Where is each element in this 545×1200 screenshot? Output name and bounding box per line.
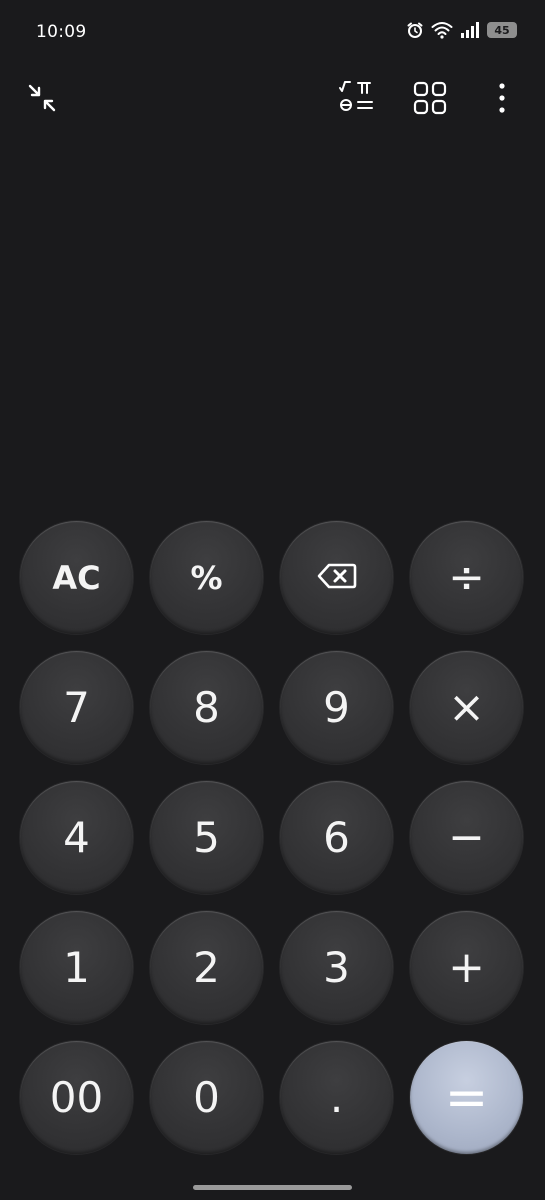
double-zero-button[interactable]: 00 (20, 1041, 133, 1154)
digit-4-button[interactable]: 4 (20, 781, 133, 894)
decimal-point-button[interactable]: . (280, 1041, 393, 1154)
collapse-icon (26, 82, 58, 118)
collapse-button[interactable] (20, 78, 64, 122)
digit-0-button[interactable]: 0 (150, 1041, 263, 1154)
clear-button[interactable]: AC (20, 521, 133, 634)
backspace-icon (317, 559, 357, 597)
scientific-mode-button[interactable] (334, 78, 378, 122)
battery-icon: 45 (487, 22, 517, 38)
status-icons: 45 (406, 21, 517, 39)
more-options-button[interactable] (480, 78, 524, 122)
digit-7-button[interactable]: 7 (20, 651, 133, 764)
home-indicator[interactable] (193, 1185, 352, 1190)
backspace-button[interactable] (280, 521, 393, 634)
multiply-button[interactable]: × (410, 651, 523, 764)
digit-9-button[interactable]: 9 (280, 651, 393, 764)
alarm-icon (406, 21, 424, 39)
digit-3-button[interactable]: 3 (280, 911, 393, 1024)
digit-6-button[interactable]: 6 (280, 781, 393, 894)
add-button[interactable]: + (410, 911, 523, 1024)
toolbar (0, 80, 545, 120)
converter-button[interactable] (408, 78, 452, 122)
scientific-mode-icon (336, 78, 376, 122)
status-bar: 10:09 45 (0, 0, 545, 64)
subtract-button[interactable]: − (410, 781, 523, 894)
status-time: 10:09 (36, 22, 87, 42)
percent-button[interactable]: % (150, 521, 263, 634)
display-area (0, 130, 545, 510)
signal-icon (460, 22, 480, 38)
equals-button[interactable]: = (410, 1041, 523, 1154)
digit-2-button[interactable]: 2 (150, 911, 263, 1024)
divide-button[interactable]: ÷ (410, 521, 523, 634)
digit-5-button[interactable]: 5 (150, 781, 263, 894)
keypad: AC % ÷ 7 8 9 × 4 5 6 − 1 2 3 + 00 0 . = (20, 521, 525, 1154)
digit-8-button[interactable]: 8 (150, 651, 263, 764)
more-vertical-icon (497, 82, 507, 118)
grid-icon (413, 81, 447, 119)
digit-1-button[interactable]: 1 (20, 911, 133, 1024)
wifi-icon (431, 21, 453, 39)
